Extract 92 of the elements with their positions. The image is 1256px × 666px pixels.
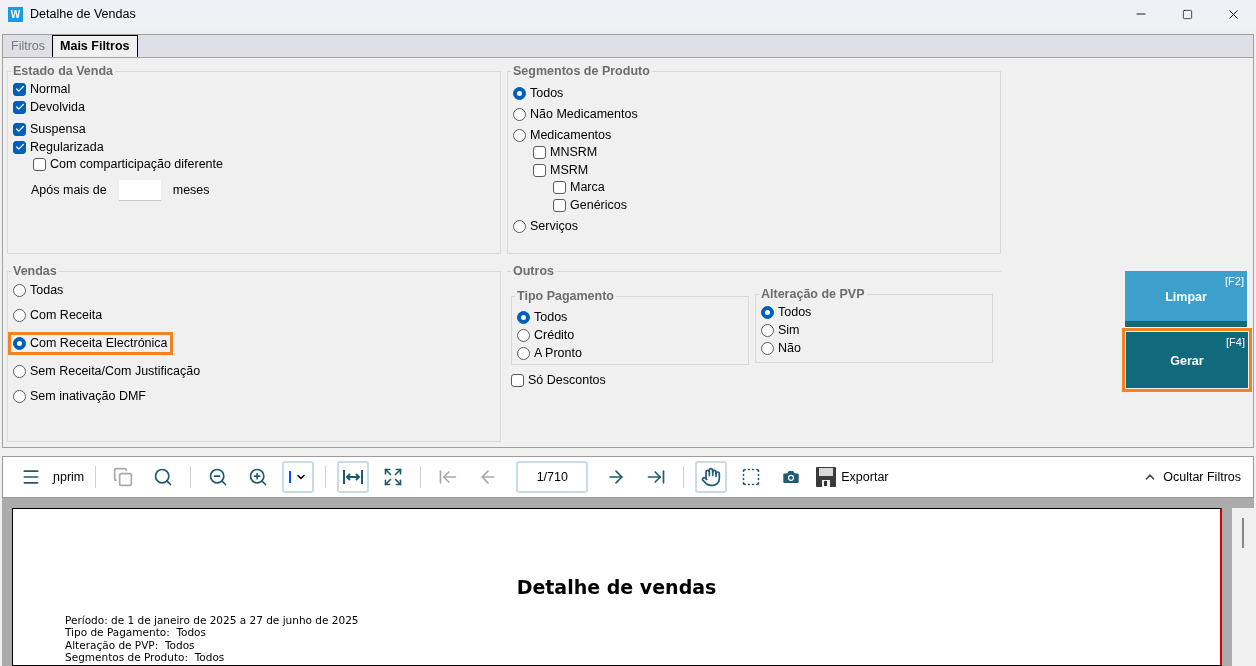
menu-icon [21, 467, 41, 487]
report-line: Segmentos de Produto: Todos [65, 651, 225, 664]
option-label: Regularizada [30, 138, 104, 156]
app-logo: W [8, 6, 23, 22]
option-label: Não Medicamentos [530, 105, 638, 123]
group-title: Estado da Venda [12, 63, 115, 80]
search-icon [153, 467, 174, 487]
report-title: Detalhe de vendas [515, 575, 718, 600]
expand-icon [383, 467, 404, 487]
checkbox[interactable] [511, 373, 524, 387]
option-label: Genéricos [570, 196, 627, 214]
checkbox[interactable] [13, 100, 26, 114]
radio-button[interactable] [513, 128, 526, 142]
option-label: Sem inativação DMF [30, 387, 146, 405]
checkbox[interactable] [553, 198, 566, 212]
radio-button[interactable] [13, 389, 26, 403]
zoom-out-icon [208, 467, 229, 487]
radio-button[interactable] [513, 107, 526, 121]
shortcut-hint: [F4] [1226, 335, 1245, 350]
first-page-icon [438, 467, 459, 487]
page-field[interactable]: 1/710 [516, 461, 589, 493]
radio-button[interactable] [517, 328, 530, 342]
checkbox[interactable] [13, 82, 26, 96]
text-cursor-icon [289, 471, 292, 483]
shortcut-hint: [F2] [1225, 274, 1244, 289]
export-button[interactable]: Exportar [815, 466, 889, 488]
group-title: Tipo Pagamento [516, 287, 615, 305]
tab[interactable]: Mais Filtros [52, 35, 138, 57]
print-button[interactable]: ɲprim [53, 467, 85, 487]
checkbox[interactable] [13, 122, 26, 136]
option-label: Sim [778, 321, 800, 339]
checkbox[interactable] [553, 180, 566, 194]
zoom-in-icon [248, 467, 269, 487]
option-label: Medicamentos [530, 126, 612, 144]
option-label: Com Receita [30, 306, 103, 324]
option-label: Só Descontos [528, 371, 606, 389]
checkbox[interactable] [33, 157, 46, 171]
radio-button[interactable] [13, 336, 26, 350]
months-input-field[interactable] [118, 179, 161, 201]
radio-button[interactable] [513, 219, 526, 233]
checkbox[interactable] [533, 145, 546, 159]
radio-button[interactable] [517, 346, 530, 360]
radio-button[interactable] [761, 341, 774, 355]
option-label: Normal [30, 80, 71, 98]
group-title: Alteração de PVP [760, 285, 866, 303]
option-label: Suspensa [30, 120, 86, 138]
radio-button[interactable] [761, 323, 774, 337]
fit-width-icon [342, 467, 365, 487]
option-label: Com Receita Electrónica [30, 334, 168, 352]
option-label: Com comparticipação diferente [50, 155, 223, 173]
checkbox[interactable] [533, 163, 546, 177]
export-label: Exportar [841, 468, 889, 486]
generate-button[interactable]: [F4] Gerar [1126, 332, 1248, 388]
hide-filters-button[interactable]: Ocultar Filtros [1143, 467, 1241, 487]
window-title: Detalhe de Vendas [30, 5, 136, 23]
option-label: Serviços [530, 217, 578, 235]
radio-button[interactable] [761, 305, 774, 319]
radio-button[interactable] [13, 308, 26, 322]
option-label: Crédito [534, 326, 575, 344]
checkbox[interactable] [13, 140, 26, 154]
option-label: MNSRM [550, 143, 598, 161]
option-label: Todos [778, 303, 812, 321]
group-title: Segmentos de Produto [512, 63, 651, 80]
hide-filters-label: Ocultar Filtros [1163, 468, 1241, 486]
radio-button[interactable] [513, 86, 526, 100]
zoom-dropdown[interactable] [282, 461, 315, 493]
radio-button[interactable] [13, 364, 26, 378]
field-label: Após mais de [31, 181, 107, 199]
option-label: Marca [570, 178, 605, 196]
copy-icon [113, 467, 134, 487]
option-label: Todas [30, 281, 64, 299]
group-title: Vendas [12, 263, 58, 280]
dashed-square-icon [741, 467, 762, 487]
last-page-icon [646, 467, 667, 487]
option-label: Devolvida [30, 98, 85, 116]
hand-button[interactable] [695, 461, 728, 493]
option-label: MSRM [550, 161, 589, 179]
option-label: A Pronto [534, 344, 582, 362]
radio-button[interactable] [517, 310, 530, 324]
option-label: Não [778, 339, 801, 357]
report-line: Período: de 1 de janeiro de 2025 a 27 de junho de 2025 [65, 613, 359, 626]
report-line: Tipo de Pagamento: Todos [65, 626, 206, 639]
fit-width-button[interactable] [337, 461, 370, 493]
radio-button[interactable] [13, 283, 26, 297]
maximize-icon [1181, 8, 1193, 20]
option-label: Todos [530, 84, 564, 102]
report-line: Alteração de PVP: Todos [65, 638, 195, 651]
option-label: Sem Receita/Com Justificação [30, 362, 201, 380]
option-label: Todos [534, 308, 568, 326]
field-unit: meses [172, 181, 210, 199]
hand-icon [701, 467, 722, 487]
group-title: Outros [512, 263, 555, 280]
